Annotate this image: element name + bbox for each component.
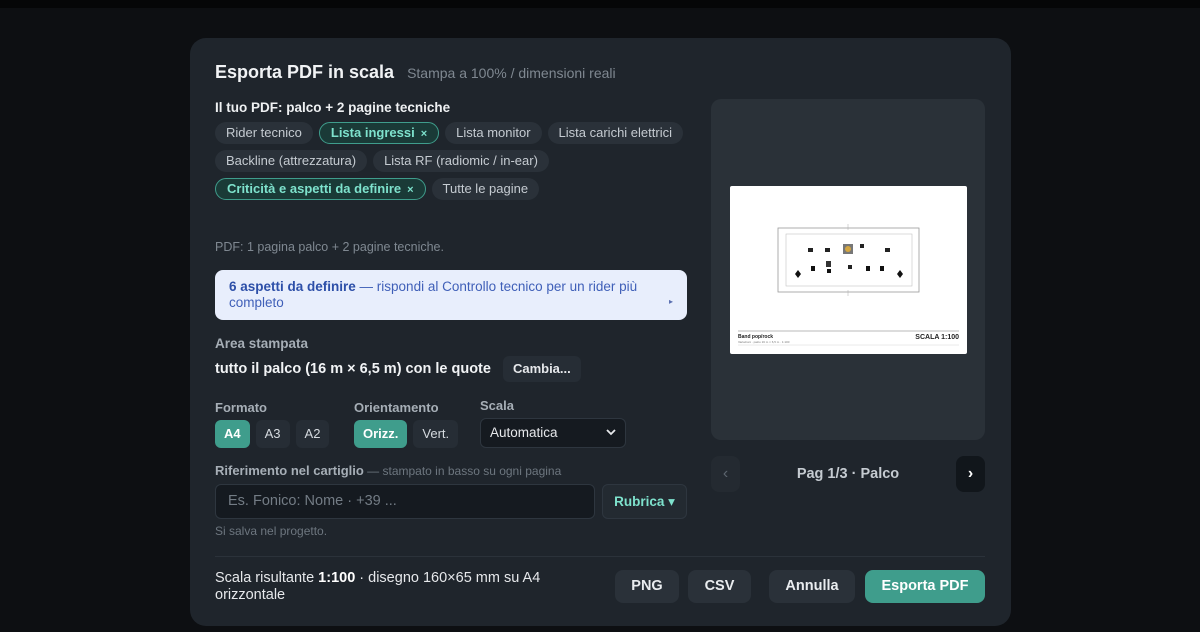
chip-tutte-pagine[interactable]: Tutte le pagine (431, 178, 540, 200)
rubrica-button[interactable]: Rubrica ▾ (602, 484, 687, 519)
top-bar (0, 0, 1200, 8)
chip-backline[interactable]: Backline (attrezzatura) (215, 150, 368, 172)
chip-label: Lista monitor (456, 125, 531, 140)
export-pdf-button[interactable]: Esporta PDF (865, 570, 985, 603)
export-pdf-dialog: Esporta PDF in scala Stampa a 100% / dim… (190, 38, 1011, 626)
chip-lista-rf[interactable]: Lista RF (radiomic / in-ear) (373, 150, 549, 172)
save-note: Si salva nel progetto. (215, 524, 328, 538)
orientation-landscape[interactable]: Orizz. (354, 420, 408, 448)
pdf-section-label: Il tuo PDF: palco + 2 pagine tecniche (215, 100, 451, 115)
chevron-right-icon: ▸ (668, 297, 673, 306)
png-button[interactable]: PNG (615, 570, 679, 603)
format-a3[interactable]: A3 (255, 420, 290, 448)
chip-label: Tutte le pagine (442, 181, 529, 196)
csv-button[interactable]: CSV (688, 570, 751, 603)
page-chips: Rider tecnico Lista ingressi × Lista moni… (215, 122, 695, 200)
reference-label-text: Riferimento nel cartiglio (215, 463, 364, 478)
orientation-portrait[interactable]: Vert. (413, 420, 459, 448)
preview-panel: Band pop/rock Variazioni · palco 16 m × … (711, 99, 985, 440)
preview-sheet: Band pop/rock Variazioni · palco 16 m × … (730, 186, 967, 354)
scale-value: Automatica (490, 425, 558, 440)
sheet-subtitle: Variazioni · palco 16 m × 6,5 m · 1:100 (738, 340, 790, 344)
chip-label: Criticità e aspetti da definire (227, 181, 402, 196)
change-area-button[interactable]: Cambia... (502, 356, 581, 382)
footer-scale: 1:100 (318, 570, 356, 586)
area-row: tutto il palco (16 m × 6,5 m) con le quo… (215, 356, 581, 382)
reference-input[interactable]: Es. Fonico: Nome · +39 ... (215, 484, 595, 519)
chip-criticita[interactable]: Criticità e aspetti da definire × (215, 178, 426, 200)
format-label: Formato (215, 400, 267, 415)
page-indicator: Pag 1/3 · Palco (796, 466, 900, 482)
stage-plan-drawing: Band pop/rock Variazioni · palco 16 m × … (738, 224, 959, 346)
scale-label: Scala (480, 398, 514, 413)
chip-lista-carichi[interactable]: Lista carichi elettrici (547, 122, 683, 144)
reference-hint: — stampato in basso su ogni pagina (363, 464, 562, 478)
chip-label: Lista carichi elettrici (558, 125, 672, 140)
close-icon[interactable]: × (421, 128, 427, 140)
next-page-button[interactable]: › (956, 456, 985, 492)
resulting-scale-text: Scala risultante 1:100 · disegno 160×65 … (215, 570, 585, 604)
cancel-button[interactable]: Annulla (769, 570, 855, 603)
sheet-scale: SCALA 1:100 (915, 334, 959, 341)
chip-label: Rider tecnico (226, 125, 302, 140)
format-a2[interactable]: A2 (295, 420, 330, 448)
dialog-title: Esporta PDF in scala (215, 62, 395, 82)
alert-banner[interactable]: 6 aspetti da definire — rispondi al Cont… (215, 270, 687, 320)
format-segmented: A4 A3 A2 (215, 420, 330, 448)
orientation-segmented: Orizz. Vert. (354, 420, 459, 448)
chip-lista-monitor[interactable]: Lista monitor (445, 122, 542, 144)
area-label: Area stampata (215, 336, 309, 351)
pdf-info: PDF: 1 pagina palco + 2 pagine tecniche. (215, 240, 444, 254)
footer-divider (215, 556, 985, 557)
format-a4[interactable]: A4 (215, 420, 250, 448)
orientation-label: Orientamento (354, 400, 439, 415)
alert-bold: 6 aspetti da definire (229, 279, 356, 294)
footer-prefix: Scala risultante (215, 570, 319, 586)
reference-label: Riferimento nel cartiglio — stampato in … (215, 463, 561, 478)
chip-lista-ingressi[interactable]: Lista ingressi × (318, 122, 440, 144)
pager: ‹ Pag 1/3 · Palco › (711, 456, 985, 492)
area-value: tutto il palco (16 m × 6,5 m) con le quo… (215, 361, 491, 377)
chip-label: Backline (attrezzatura) (226, 153, 357, 168)
chip-label: Lista ingressi (330, 125, 415, 140)
chip-label: Lista RF (radiomic / in-ear) (384, 153, 538, 168)
chevron-down-icon (605, 419, 617, 457)
close-icon[interactable]: × (407, 184, 413, 196)
chip-rider-tecnico[interactable]: Rider tecnico (215, 122, 313, 144)
scale-select[interactable]: Automatica (480, 418, 626, 448)
dialog-header: Esporta PDF in scala Stampa a 100% / dim… (215, 62, 616, 83)
dialog-subtitle: Stampa a 100% / dimensioni reali (407, 65, 616, 81)
